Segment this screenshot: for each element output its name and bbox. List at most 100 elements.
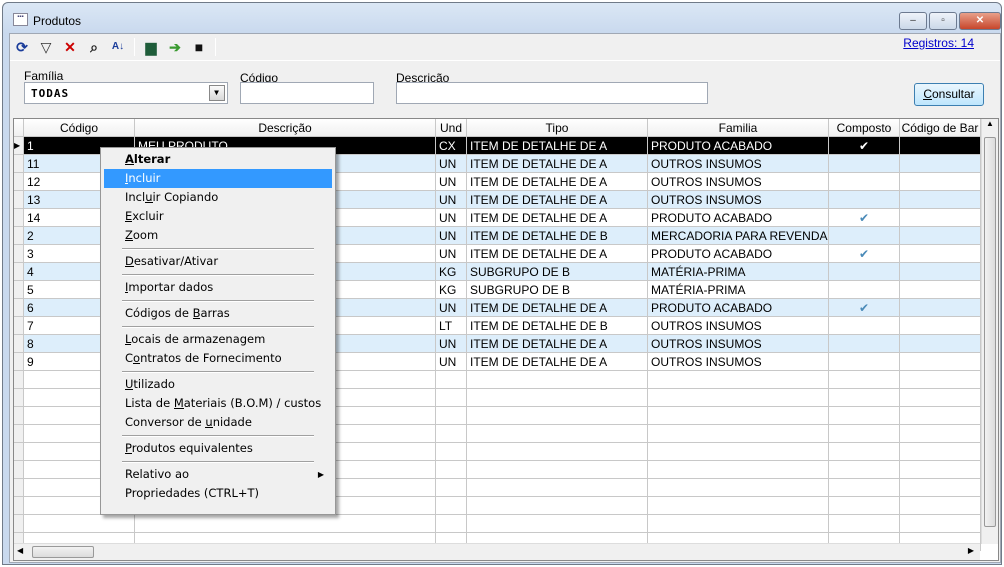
- row-indicator: [14, 497, 24, 515]
- column-header-codigo-barras[interactable]: Código de Bar: [900, 119, 981, 137]
- consultar-button[interactable]: Consultar: [914, 83, 984, 106]
- cell-composto: [829, 155, 900, 173]
- close-button[interactable]: ✕: [959, 12, 1001, 30]
- familia-select[interactable]: TODAS ▼: [24, 82, 228, 104]
- refresh-icon[interactable]: ⟳: [14, 39, 30, 55]
- chevron-down-icon[interactable]: ▼: [209, 85, 225, 101]
- row-indicator: [14, 353, 24, 371]
- cell-composto: [829, 479, 900, 497]
- export-icon[interactable]: ➔: [167, 39, 183, 55]
- row-indicator: [14, 443, 24, 461]
- menu-item-label: Lista de Materiais (B.O.M) / custos: [125, 396, 322, 410]
- cell-familia: OUTROS INSUMOS: [648, 173, 829, 191]
- cell-und: UN: [436, 173, 467, 191]
- row-indicator-header: [14, 119, 24, 137]
- cell-und: KG: [436, 263, 467, 281]
- cell-codigo-barras: [900, 461, 981, 479]
- cell-und: [436, 461, 467, 479]
- scroll-left-icon[interactable]: ◀: [17, 546, 23, 555]
- menu-item-label: Propriedades (CTRL+T): [125, 486, 259, 500]
- cell-composto: [829, 371, 900, 389]
- vertical-scrollbar[interactable]: ▲: [981, 119, 998, 544]
- familia-label: Família: [24, 69, 64, 83]
- row-indicator: [14, 173, 24, 191]
- divider: [10, 60, 1000, 61]
- cell-und: LT: [436, 317, 467, 335]
- menu-separator: [122, 245, 314, 252]
- menu-item-excluir[interactable]: Excluir: [104, 207, 332, 226]
- cell-tipo: SUBGRUPO DE B: [467, 281, 648, 299]
- composto-check-icon: ✔: [829, 299, 900, 317]
- cell-tipo: ITEM DE DETALHE DE A: [467, 209, 648, 227]
- menu-item-importar-dados[interactable]: Importar dados: [104, 278, 332, 297]
- scroll-right-icon[interactable]: ▶: [968, 546, 974, 555]
- cell-codigo-barras: [900, 497, 981, 515]
- menu-item-propriedades-ctrl-t[interactable]: Propriedades (CTRL+T): [104, 484, 332, 503]
- column-header-composto[interactable]: Composto: [829, 119, 900, 137]
- cell-und: UN: [436, 353, 467, 371]
- maximize-button[interactable]: ▫: [929, 12, 957, 30]
- sort-az-icon[interactable]: A↓: [110, 39, 126, 55]
- menu-item-label: Importar dados: [125, 280, 214, 294]
- row-indicator: [14, 317, 24, 335]
- h-scroll-thumb[interactable]: [32, 546, 94, 558]
- menu-item-lista-de-materiais-b-o-m-custos[interactable]: Lista de Materiais (B.O.M) / custos: [104, 394, 332, 413]
- cell-tipo: [467, 515, 648, 533]
- column-header-und[interactable]: Und: [436, 119, 467, 137]
- row-indicator: [14, 425, 24, 443]
- cell-codigo-barras: [900, 353, 981, 371]
- cell-familia: [648, 461, 829, 479]
- menu-item-incluir-copiando[interactable]: Incluir Copiando: [104, 188, 332, 207]
- menu-item-desativar-ativar[interactable]: Desativar/Ativar: [104, 252, 332, 271]
- familia-value: TODAS: [31, 87, 70, 100]
- toolbar: ⟳ ▽ ✕ ⌕ A↓ ▆ ➔ ■: [14, 36, 216, 58]
- row-indicator: [14, 245, 24, 263]
- menu-item-locais-de-armazenagem[interactable]: Locais de armazenagem: [104, 330, 332, 349]
- row-indicator: [14, 281, 24, 299]
- horizontal-scrollbar[interactable]: ◀ ▶: [14, 543, 980, 560]
- scroll-up-icon[interactable]: ▲: [982, 119, 998, 135]
- print-icon[interactable]: ▆: [143, 39, 159, 55]
- cell-und: UN: [436, 209, 467, 227]
- cell-familia: OUTROS INSUMOS: [648, 353, 829, 371]
- menu-item-contratos-de-fornecimento[interactable]: Contratos de Fornecimento: [104, 349, 332, 368]
- menu-item-conversor-de-unidade[interactable]: Conversor de unidade: [104, 413, 332, 432]
- menu-item-incluir[interactable]: Incluir: [104, 169, 332, 188]
- search-icon[interactable]: ⌕: [86, 39, 102, 55]
- cell-composto: [829, 389, 900, 407]
- menu-separator: [122, 323, 314, 330]
- scroll-thumb[interactable]: [984, 137, 996, 527]
- cell-und: [436, 479, 467, 497]
- cell-und: [436, 389, 467, 407]
- menu-item-produtos-equivalentes[interactable]: Produtos equivalentes: [104, 439, 332, 458]
- menu-item-label: Incluir: [125, 171, 161, 185]
- filter-icon[interactable]: ▽: [38, 39, 54, 55]
- codigo-input[interactable]: [240, 82, 374, 104]
- descricao-input[interactable]: [396, 82, 708, 104]
- menu-item-zoom[interactable]: Zoom: [104, 226, 332, 245]
- cell-codigo-barras: [900, 173, 981, 191]
- column-header-descricao[interactable]: Descrição: [135, 119, 436, 137]
- cell-tipo: ITEM DE DETALHE DE A: [467, 245, 648, 263]
- clear-filter-icon[interactable]: ✕: [62, 39, 78, 55]
- records-count-link[interactable]: Registros: 14: [903, 36, 974, 50]
- cell-und: KG: [436, 281, 467, 299]
- column-header-familia[interactable]: Familia: [648, 119, 829, 137]
- cell-tipo: [467, 425, 648, 443]
- menu-item-codigos-de-barras[interactable]: Códigos de Barras: [104, 304, 332, 323]
- menu-item-label: Relativo ao: [125, 467, 190, 481]
- menu-item-alterar[interactable]: Alterar: [104, 150, 332, 169]
- cell-codigo-barras: [900, 425, 981, 443]
- cell-composto: [829, 497, 900, 515]
- minimize-button[interactable]: –: [899, 12, 927, 30]
- column-header-tipo[interactable]: Tipo: [467, 119, 648, 137]
- cell-tipo: [467, 497, 648, 515]
- cell-tipo: ITEM DE DETALHE DE B: [467, 227, 648, 245]
- menu-item-utilizado[interactable]: Utilizado: [104, 375, 332, 394]
- cell-tipo: ITEM DE DETALHE DE A: [467, 155, 648, 173]
- save-icon[interactable]: ■: [191, 39, 207, 55]
- column-header-codigo[interactable]: Código: [24, 119, 135, 137]
- cell-codigo-barras: [900, 335, 981, 353]
- cell-tipo: [467, 389, 648, 407]
- menu-item-relativo-ao[interactable]: Relativo ao ▶: [104, 465, 332, 484]
